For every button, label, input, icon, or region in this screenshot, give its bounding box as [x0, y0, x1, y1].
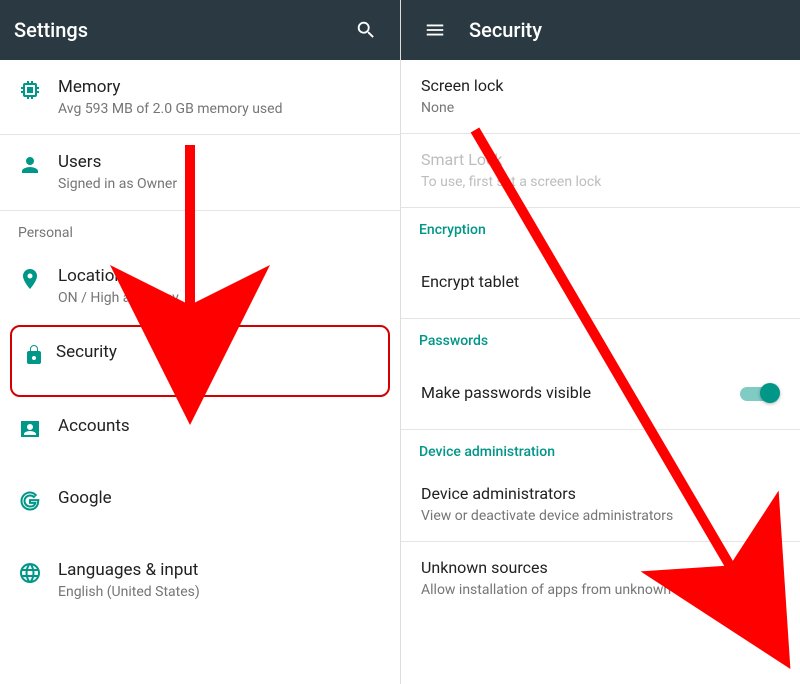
security-item-devadmin[interactable]: Device administrators View or deactivate…	[401, 468, 800, 541]
security-item-screenlock[interactable]: Screen lock None	[401, 60, 800, 133]
settings-item-languages[interactable]: Languages & input English (United States…	[0, 543, 400, 617]
security-page-title: Security	[469, 18, 786, 42]
globe-icon	[18, 559, 58, 585]
smartlock-label: Smart Lock	[421, 150, 780, 171]
languages-label: Languages & input	[58, 559, 382, 581]
lock-icon	[22, 341, 56, 367]
users-sub: Signed in as Owner	[58, 175, 382, 193]
location-sub: ON / High accuracy	[58, 289, 382, 307]
security-label: Security	[56, 341, 378, 363]
google-icon	[18, 487, 58, 513]
security-item-unknown[interactable]: Unknown sources Allow installation of ap…	[401, 542, 800, 615]
location-icon	[18, 265, 58, 291]
location-label: Location	[58, 265, 382, 287]
memory-label: Memory	[58, 76, 382, 98]
accounts-icon	[18, 415, 58, 441]
section-header-encryption: Encryption	[401, 208, 800, 246]
unknown-label: Unknown sources	[421, 558, 740, 579]
menu-icon[interactable]	[415, 10, 455, 50]
unknown-toggle[interactable]	[740, 568, 780, 588]
accounts-label: Accounts	[58, 415, 382, 437]
settings-item-accounts[interactable]: Accounts	[0, 399, 400, 471]
settings-item-users[interactable]: Users Signed in as Owner	[0, 135, 400, 210]
pwvisible-toggle[interactable]	[740, 383, 780, 403]
security-item-smartlock: Smart Lock To use, first set a screen lo…	[401, 134, 800, 207]
settings-item-memory[interactable]: Memory Avg 593 MB of 2.0 GB memory used	[0, 60, 400, 135]
screenlock-label: Screen lock	[421, 76, 780, 97]
section-header-passwords: Passwords	[401, 319, 800, 357]
settings-item-location[interactable]: Location ON / High accuracy	[0, 249, 400, 323]
languages-sub: English (United States)	[58, 583, 382, 601]
smartlock-sub: To use, first set a screen lock	[421, 173, 780, 191]
encrypt-label: Encrypt tablet	[421, 272, 780, 293]
unknown-sub: Allow installation of apps from unknown …	[421, 581, 740, 599]
users-label: Users	[58, 151, 382, 173]
settings-title: Settings	[14, 18, 346, 42]
section-header-deviceadmin: Device administration	[401, 430, 800, 468]
user-icon	[18, 151, 58, 177]
devadmin-sub: View or deactivate device administrators	[421, 507, 780, 525]
settings-item-google[interactable]: Google	[0, 471, 400, 543]
section-header-personal: Personal	[0, 211, 400, 249]
memory-icon	[18, 76, 58, 102]
settings-item-security[interactable]: Security	[10, 325, 390, 397]
google-label: Google	[58, 487, 382, 509]
search-icon[interactable]	[346, 10, 386, 50]
memory-sub: Avg 593 MB of 2.0 GB memory used	[58, 100, 382, 118]
security-appbar: Security	[401, 0, 800, 60]
settings-appbar: Settings	[0, 0, 400, 60]
screenlock-sub: None	[421, 99, 780, 117]
devadmin-label: Device administrators	[421, 484, 780, 505]
security-item-pwvisible[interactable]: Make passwords visible	[401, 357, 800, 429]
pwvisible-label: Make passwords visible	[421, 383, 740, 404]
security-item-encrypt[interactable]: Encrypt tablet	[401, 246, 800, 318]
